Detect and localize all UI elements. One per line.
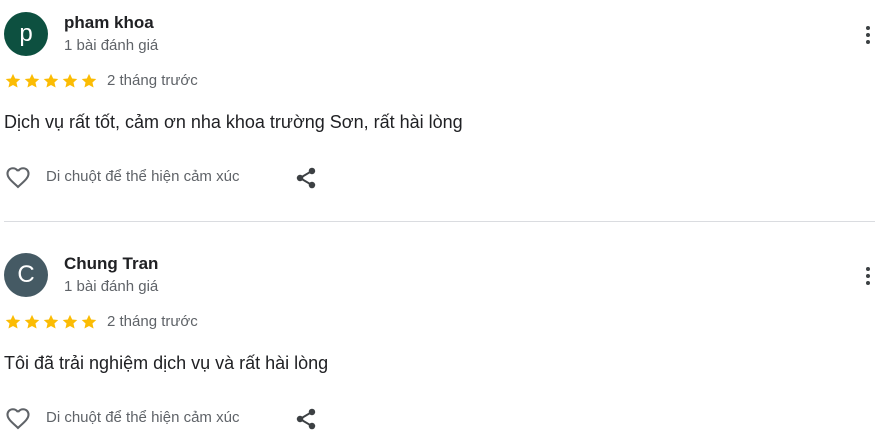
reviewer-avatar[interactable]: C bbox=[4, 253, 48, 297]
more-options-button[interactable] bbox=[858, 262, 875, 290]
review-text: Dịch vụ rất tốt, cảm ơn nha khoa trường … bbox=[4, 112, 463, 132]
star-icon bbox=[62, 73, 78, 88]
more-vert-icon-dot bbox=[866, 281, 870, 285]
reviewer-name[interactable]: Chung Tran bbox=[64, 254, 158, 274]
share-icon[interactable] bbox=[293, 165, 319, 191]
review-text: Tôi đã trải nghiệm dịch vụ và rất hài lò… bbox=[4, 353, 329, 373]
more-vert-icon bbox=[866, 267, 870, 271]
review-date: 2 tháng trước bbox=[107, 313, 198, 330]
reviewer-review-count: 1 bài đánh giá bbox=[64, 37, 159, 54]
more-vert-icon-dot bbox=[866, 274, 870, 278]
star-icon bbox=[81, 73, 97, 88]
star-icon bbox=[5, 73, 21, 88]
reviewer-review-count: 1 bài đánh giá bbox=[64, 278, 159, 295]
review-divider bbox=[4, 221, 875, 222]
star-rating bbox=[4, 313, 98, 331]
more-options-button[interactable] bbox=[858, 21, 875, 49]
star-icon bbox=[24, 73, 40, 88]
star-icon bbox=[43, 73, 59, 88]
reviewer-name[interactable]: pham khoa bbox=[64, 13, 154, 33]
heart-outline-icon[interactable] bbox=[4, 404, 32, 432]
star-icon bbox=[43, 314, 59, 329]
star-icon bbox=[24, 314, 40, 329]
react-prompt[interactable]: Di chuột để thể hiện cảm xúc bbox=[46, 409, 239, 426]
more-vert-icon-dot bbox=[866, 40, 870, 44]
star-icon bbox=[81, 314, 97, 329]
react-prompt[interactable]: Di chuột để thể hiện cảm xúc bbox=[46, 168, 239, 185]
share-icon[interactable] bbox=[293, 406, 319, 432]
review-date: 2 tháng trước bbox=[107, 72, 198, 89]
star-icon bbox=[62, 314, 78, 329]
star-rating bbox=[4, 72, 98, 90]
more-vert-icon-dot bbox=[866, 33, 870, 37]
star-icon bbox=[5, 314, 21, 329]
more-vert-icon bbox=[866, 26, 870, 30]
reviewer-avatar[interactable]: p bbox=[4, 12, 48, 56]
heart-outline-icon[interactable] bbox=[4, 163, 32, 191]
